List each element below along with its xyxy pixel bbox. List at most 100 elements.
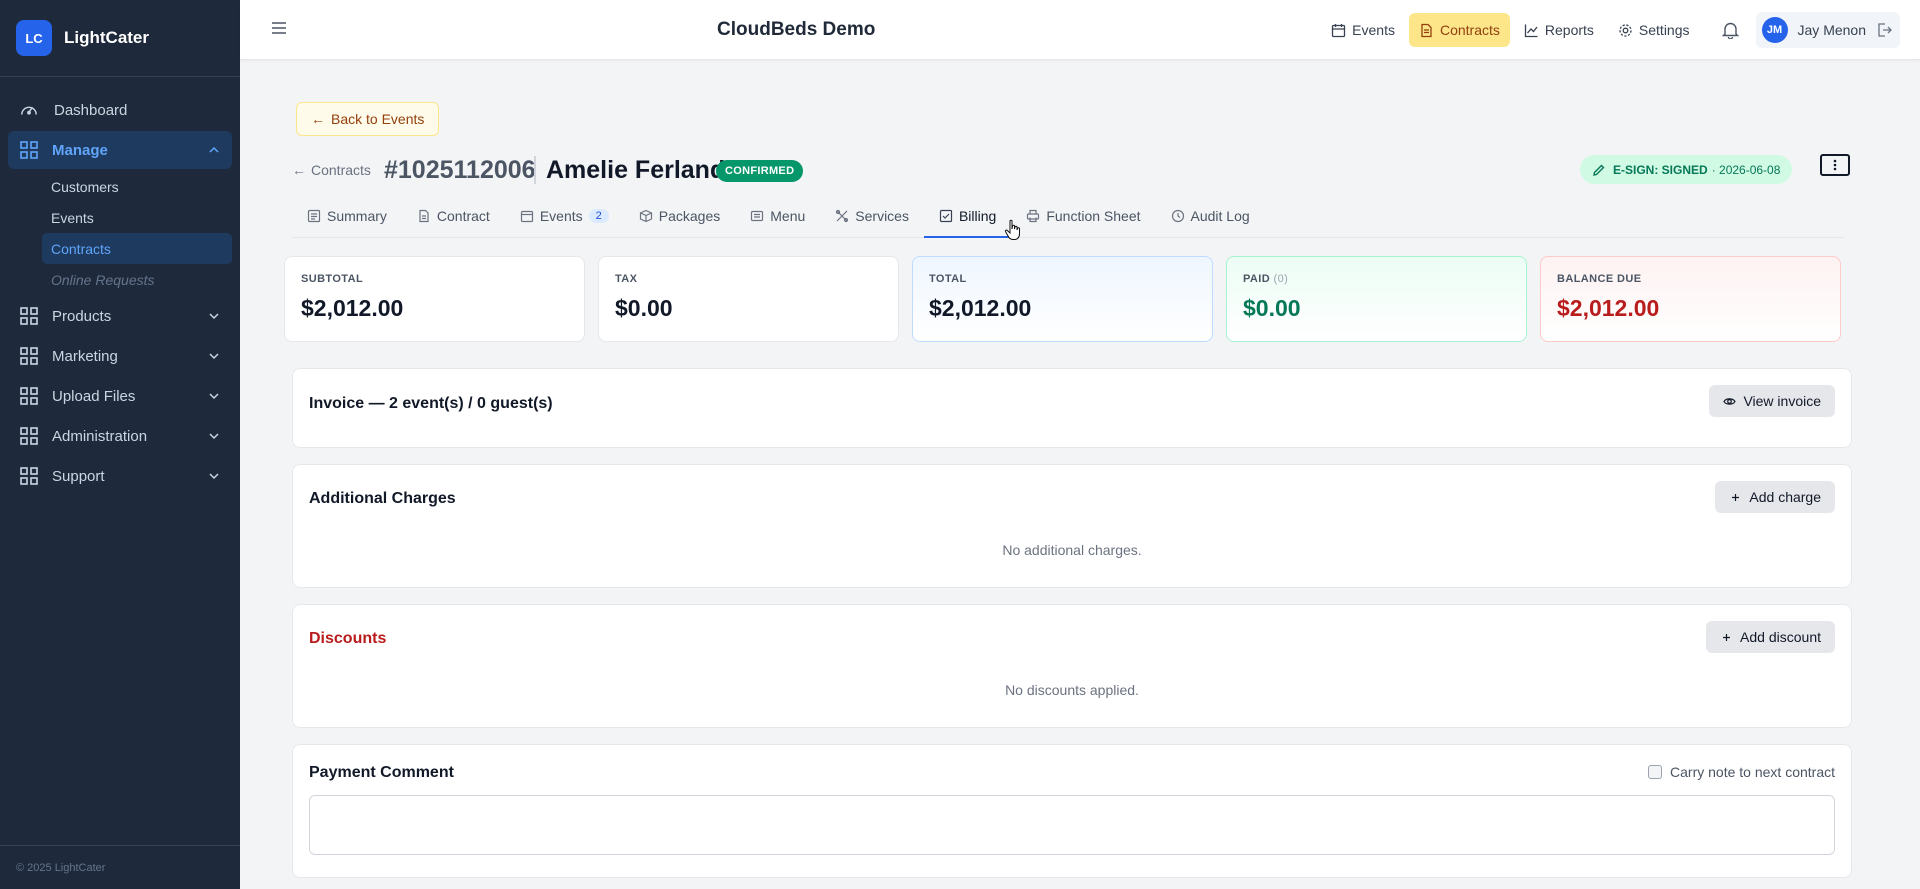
- tab-label: Function Sheet: [1046, 208, 1141, 224]
- tax-value: $0.00: [615, 295, 673, 321]
- subtotal-card: SUBTOTAL $2,012.00: [284, 256, 585, 342]
- chevron-up-icon: [208, 144, 220, 156]
- esign-badge[interactable]: E-SIGN: SIGNED · 2026-06-08: [1580, 155, 1793, 184]
- manage-subnav: Customers Events Contracts Online Reques…: [0, 171, 240, 295]
- tab-label: Packages: [658, 208, 721, 224]
- user-menu[interactable]: JM Jay Menon: [1755, 12, 1900, 48]
- tab-contract[interactable]: Contract: [402, 195, 505, 237]
- tab-events[interactable]: Events 2: [505, 195, 624, 237]
- client-name: Amelie Ferland: [546, 156, 726, 184]
- grid-icon: [20, 467, 38, 485]
- gear-icon: [1618, 23, 1633, 38]
- add-charge-button[interactable]: Add charge: [1715, 481, 1835, 513]
- brand-name: LightCater: [64, 28, 149, 47]
- view-invoice-button[interactable]: View invoice: [1709, 385, 1835, 417]
- hand-cursor-icon: [1004, 219, 1022, 241]
- printer-icon: [1026, 209, 1040, 223]
- charges-title: Additional Charges: [309, 490, 456, 507]
- tab-services[interactable]: Services: [820, 195, 924, 237]
- tab-label: Billing: [958, 208, 997, 224]
- breadcrumb-label: Contracts: [311, 162, 371, 178]
- tab-packages[interactable]: Packages: [624, 195, 735, 237]
- additional-charges-panel: Additional Charges Add charge No additio…: [292, 464, 1852, 588]
- breadcrumb[interactable]: ← Contracts: [292, 162, 371, 178]
- menu-card-icon: [750, 209, 764, 223]
- total-value: $2,012.00: [929, 295, 1032, 321]
- chevron-down-icon: [208, 390, 220, 402]
- discounts-empty-message: No discounts applied.: [1005, 682, 1139, 698]
- sidebar-item-support[interactable]: Support: [8, 457, 232, 495]
- sidebar-item-events[interactable]: Events: [42, 202, 232, 233]
- header-divider: [534, 156, 536, 184]
- user-name: Jay Menon: [1797, 22, 1866, 38]
- document-icon: [417, 209, 431, 223]
- add-discount-button[interactable]: Add discount: [1706, 621, 1835, 653]
- top-link-label: Contracts: [1439, 22, 1500, 38]
- sidebar-item-manage[interactable]: Manage: [8, 131, 232, 169]
- paid-label: PAID: [1243, 273, 1271, 285]
- top-link-reports[interactable]: Reports: [1514, 13, 1604, 47]
- card-label: TAX: [615, 273, 638, 285]
- more-options-button[interactable]: [1820, 154, 1850, 176]
- menu-icon[interactable]: [270, 19, 288, 37]
- app-title: CloudBeds Demo: [717, 19, 876, 40]
- button-label: Add discount: [1740, 629, 1821, 645]
- sidebar-item-upload-files[interactable]: Upload Files: [8, 377, 232, 415]
- tab-function-sheet[interactable]: Function Sheet: [1011, 195, 1155, 237]
- status-badge: CONFIRMED: [716, 160, 804, 182]
- total-card: TOTAL $2,012.00: [912, 256, 1213, 342]
- sidebar-item-customers[interactable]: Customers: [42, 171, 232, 202]
- top-link-label: Reports: [1544, 22, 1594, 38]
- tools-icon: [835, 209, 849, 223]
- plus-icon: [1729, 491, 1742, 504]
- tax-card: TAX $0.00: [598, 256, 899, 342]
- tab-summary[interactable]: Summary: [292, 195, 402, 237]
- top-link-contracts[interactable]: Contracts: [1408, 13, 1510, 47]
- sidebar-item-contracts[interactable]: Contracts: [42, 233, 232, 264]
- logout-icon[interactable]: [1876, 22, 1892, 38]
- chevron-down-icon: [208, 310, 220, 322]
- checkbox[interactable]: [1648, 765, 1663, 779]
- tab-billing[interactable]: Billing: [923, 195, 1012, 238]
- carry-note-checkbox[interactable]: Carry note to next contract: [1648, 764, 1835, 780]
- bell-icon[interactable]: [1714, 13, 1748, 47]
- sidebar-item-dashboard[interactable]: Dashboard: [8, 91, 232, 129]
- receipt-icon: [939, 209, 953, 223]
- card-label: SUBTOTAL: [301, 273, 364, 285]
- grid-icon: [20, 307, 38, 325]
- brand[interactable]: LC LightCater: [0, 0, 240, 77]
- sidebar-item-label: Dashboard: [54, 101, 128, 119]
- clock-icon: [1171, 209, 1185, 223]
- balance-value: $2,012.00: [1557, 295, 1660, 321]
- card-label: TOTAL: [929, 273, 967, 285]
- chart-icon: [1524, 23, 1539, 38]
- card-label: BALANCE DUE: [1557, 273, 1642, 285]
- payment-comment-textarea[interactable]: [309, 795, 1835, 855]
- payment-comment-title: Payment Comment: [309, 764, 454, 781]
- tab-audit-log[interactable]: Audit Log: [1156, 195, 1265, 237]
- sidebar-item-marketing[interactable]: Marketing: [8, 337, 232, 375]
- chevron-down-icon: [208, 470, 220, 482]
- sidebar-item-label: Upload Files: [52, 387, 136, 405]
- contract-number: #1025112006: [384, 156, 536, 184]
- grid-icon: [20, 427, 38, 445]
- topbar: CloudBeds Demo Events Contracts Reports …: [240, 0, 1920, 60]
- top-link-settings[interactable]: Settings: [1608, 13, 1700, 47]
- sidebar-item-administration[interactable]: Administration: [8, 417, 232, 455]
- top-nav: Events Contracts Reports Settings JM Jay…: [1317, 12, 1900, 48]
- tab-menu[interactable]: Menu: [735, 195, 820, 237]
- sidebar-item-label: Support: [52, 467, 105, 485]
- top-link-events[interactable]: Events: [1321, 13, 1405, 47]
- chevron-down-icon: [208, 430, 220, 442]
- paid-value: $0.00: [1243, 295, 1301, 321]
- contract-content: ← Contracts #1025112006 Amelie Ferland C…: [284, 144, 1852, 878]
- payment-comment-panel: Payment Comment Carry note to next contr…: [292, 744, 1852, 878]
- sidebar-nav: Dashboard Manage Customers Events Contra…: [0, 77, 240, 495]
- eye-icon: [1723, 395, 1737, 408]
- tab-label: Services: [855, 208, 909, 224]
- card-label: PAID (0): [1243, 273, 1510, 285]
- grid-icon: [20, 387, 38, 405]
- carry-note-label: Carry note to next contract: [1670, 764, 1835, 780]
- back-to-events-button[interactable]: ← Back to Events: [296, 102, 440, 136]
- sidebar-item-products[interactable]: Products: [8, 297, 232, 335]
